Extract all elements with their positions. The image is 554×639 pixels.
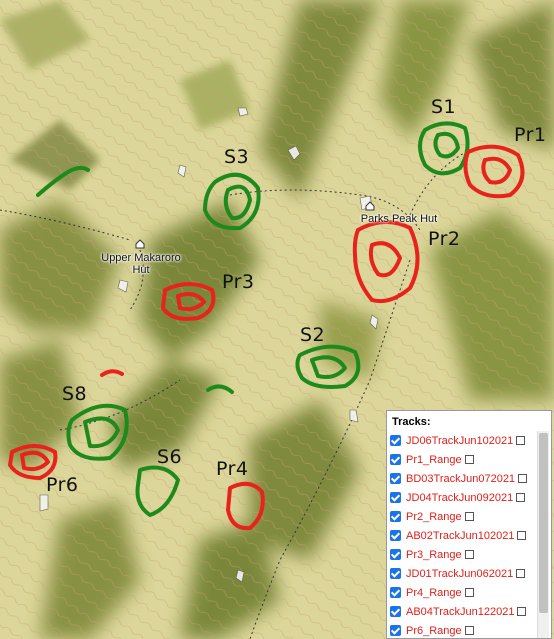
topo-map[interactable]: Upper Makaroro Hut Parks Peak Hut S1 Pr1… xyxy=(0,0,554,639)
area-label-s1: S1 xyxy=(431,96,457,118)
track-list-scrollbar[interactable] xyxy=(537,431,549,638)
track-item[interactable]: JD01TrackJun062021 xyxy=(390,564,536,583)
external-link-icon[interactable] xyxy=(464,455,474,464)
track-link[interactable]: JD01TrackJun062021 xyxy=(406,568,513,580)
track-link[interactable]: JD06TrackJun102021 xyxy=(406,435,513,447)
track-link[interactable]: Pr1_Range xyxy=(406,454,462,466)
hut-label-parks-peak[interactable]: Parks Peak Hut xyxy=(356,213,442,225)
track-item[interactable]: BD03TrackJun072021 xyxy=(390,469,536,488)
track-link[interactable]: AB04TrackJun122021 xyxy=(406,606,514,618)
hut-name: Parks Peak Hut xyxy=(360,213,438,225)
area-label-pr3: Pr3 xyxy=(222,271,255,293)
track-link[interactable]: BD03TrackJun072021 xyxy=(406,473,515,485)
track-link[interactable]: Pr3_Range xyxy=(406,549,462,561)
area-label-s3: S3 xyxy=(224,146,250,168)
checkbox-checked-icon[interactable] xyxy=(390,473,401,484)
external-link-icon[interactable] xyxy=(516,569,526,578)
checkbox-checked-icon[interactable] xyxy=(390,435,401,446)
track-item[interactable]: Pr3_Range xyxy=(390,545,536,564)
external-link-icon[interactable] xyxy=(516,493,526,502)
track-item[interactable]: Pr1_Range xyxy=(390,450,536,469)
hut-label-upper-makaroro[interactable]: Upper Makaroro Hut xyxy=(96,252,186,276)
checkbox-checked-icon[interactable] xyxy=(390,454,401,465)
tracks-panel-title: Tracks: xyxy=(392,416,431,428)
track-link[interactable]: AB02TrackJun102021 xyxy=(406,530,514,542)
checkbox-checked-icon[interactable] xyxy=(390,625,401,636)
external-link-icon[interactable] xyxy=(464,588,474,597)
hut-name-line1: Upper Makaroro xyxy=(101,252,181,264)
hut-name-line2: Hut xyxy=(132,264,150,276)
track-item[interactable]: JD04TrackJun092021 xyxy=(390,488,536,507)
area-label-pr4: Pr4 xyxy=(216,458,249,480)
area-label-s6: S6 xyxy=(157,446,183,468)
checkbox-checked-icon[interactable] xyxy=(390,587,401,598)
area-label-pr1: Pr1 xyxy=(514,124,547,146)
track-item[interactable]: AB04TrackJun122021 xyxy=(390,602,536,621)
track-item[interactable]: Pr2_Range xyxy=(390,507,536,526)
track-link[interactable]: Pr4_Range xyxy=(406,587,462,599)
area-label-s2: S2 xyxy=(300,324,326,346)
track-item[interactable]: Pr4_Range xyxy=(390,583,536,602)
external-link-icon[interactable] xyxy=(517,607,527,616)
area-label-pr2: Pr2 xyxy=(428,228,461,250)
track-link[interactable]: Pr2_Range xyxy=(406,511,462,523)
external-link-icon[interactable] xyxy=(464,626,474,635)
track-item[interactable]: Pr6_Range xyxy=(390,621,536,639)
checkbox-checked-icon[interactable] xyxy=(390,492,401,503)
checkbox-checked-icon[interactable] xyxy=(390,511,401,522)
track-list[interactable]: JD06TrackJun102021 Pr1_Range BD03TrackJu… xyxy=(390,431,536,639)
track-item[interactable]: JD06TrackJun102021 xyxy=(390,431,536,450)
track-item[interactable]: AB02TrackJun102021 xyxy=(390,526,536,545)
external-link-icon[interactable] xyxy=(464,512,474,521)
track-link[interactable]: Pr6_Range xyxy=(406,625,462,637)
external-link-icon[interactable] xyxy=(517,531,527,540)
track-link[interactable]: JD04TrackJun092021 xyxy=(406,492,513,504)
tracks-panel[interactable]: Tracks: JD06TrackJun102021 Pr1_Range BD0… xyxy=(386,410,552,639)
checkbox-checked-icon[interactable] xyxy=(390,606,401,617)
checkbox-checked-icon[interactable] xyxy=(390,530,401,541)
external-link-icon[interactable] xyxy=(464,550,474,559)
area-label-s8: S8 xyxy=(62,383,88,405)
checkbox-checked-icon[interactable] xyxy=(390,568,401,579)
external-link-icon[interactable] xyxy=(518,474,528,483)
checkbox-checked-icon[interactable] xyxy=(390,549,401,560)
area-label-pr6: Pr6 xyxy=(46,474,79,496)
external-link-icon[interactable] xyxy=(516,436,526,445)
scrollbar-thumb[interactable] xyxy=(539,433,548,613)
